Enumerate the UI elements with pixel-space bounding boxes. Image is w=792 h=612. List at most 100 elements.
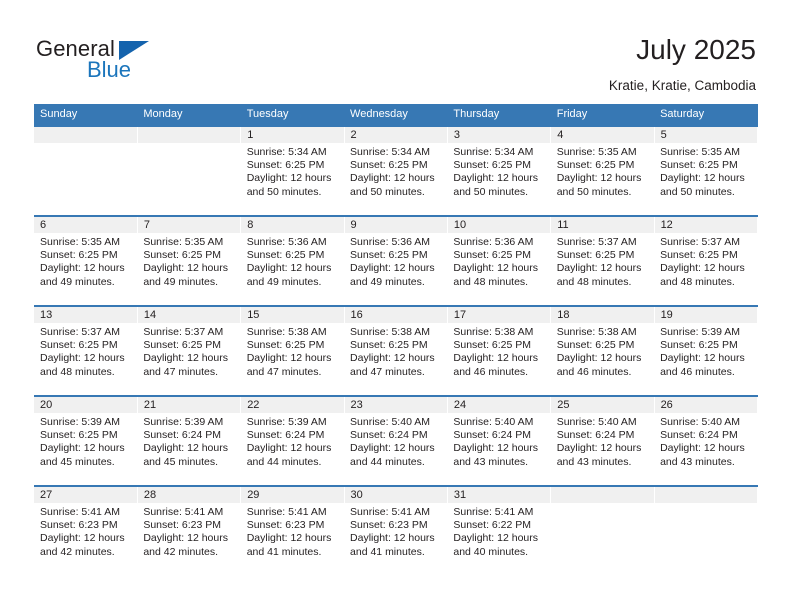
day-number[interactable]: 2 [344,125,448,143]
day-number[interactable]: 27 [34,485,138,503]
day-cell-details[interactable]: Sunrise: 5:41 AM Sunset: 6:23 PM Daylight:… [240,503,345,576]
day-number[interactable]: 10 [447,215,552,233]
day-cell-details[interactable]: Sunrise: 5:38 AM Sunset: 6:25 PM Daylight:… [447,323,551,396]
day-number[interactable]: 23 [344,395,448,413]
day-cell-details[interactable]: Sunrise: 5:36 AM Sunset: 6:25 PM Daylight:… [447,233,551,306]
day-number[interactable]: 22 [240,395,345,413]
day-number[interactable]: 26 [654,395,759,413]
sunrise-sunset-calendar: Sunday Monday Tuesday Wednesday Thursday… [34,104,759,576]
sunrise-line: Sunrise: 5:39 AM [143,416,224,428]
day-number[interactable]: 3 [447,125,552,143]
day-cell-details[interactable]: Sunrise: 5:40 AM Sunset: 6:24 PM Daylight:… [447,413,551,486]
location-subtitle: Kratie, Kratie, Cambodia [608,78,756,93]
day-cell-details[interactable]: Sunrise: 5:40 AM Sunset: 6:24 PM Daylight:… [344,413,448,486]
daylight-line-cont: and 48 minutes. [453,275,529,288]
day-cell-details[interactable]: Sunrise: 5:39 AM Sunset: 6:25 PM Daylight:… [34,413,138,486]
day-number[interactable]: 19 [654,305,759,323]
day-number[interactable]: 18 [550,305,655,323]
day-cell-details[interactable]: Sunrise: 5:36 AM Sunset: 6:25 PM Daylight:… [240,233,345,306]
day-number[interactable]: 12 [654,215,759,233]
calendar-week-number-row: 13 14 15 16 17 18 19 [34,305,759,323]
day-cell-details[interactable]: Sunrise: 5:38 AM Sunset: 6:25 PM Daylight:… [550,323,655,396]
sunrise-line: Sunrise: 5:38 AM [556,326,637,338]
day-cell-details[interactable]: Sunrise: 5:38 AM Sunset: 6:25 PM Daylight:… [240,323,345,396]
day-cell-details[interactable]: Sunrise: 5:41 AM Sunset: 6:23 PM Daylight:… [137,503,241,576]
day-cell-details[interactable]: Sunrise: 5:39 AM Sunset: 6:25 PM Daylight:… [654,323,758,396]
weekday-header-sunday: Sunday [34,104,138,126]
day-cell-details[interactable]: Sunrise: 5:41 AM Sunset: 6:22 PM Daylight:… [447,503,551,576]
day-number[interactable]: 8 [240,215,345,233]
day-cell-details[interactable]: Sunrise: 5:37 AM Sunset: 6:25 PM Daylight:… [654,233,758,306]
day-cell-details[interactable]: Sunrise: 5:40 AM Sunset: 6:24 PM Daylight:… [654,413,758,486]
sunset-line: Sunset: 6:25 PM [350,339,428,352]
day-cell-details[interactable]: Sunrise: 5:37 AM Sunset: 6:25 PM Daylight:… [137,323,241,396]
day-number[interactable]: 21 [137,395,242,413]
day-cell-details[interactable]: Sunrise: 5:35 AM Sunset: 6:25 PM Daylight:… [550,143,655,216]
day-cell-empty [654,503,758,576]
sunset-line: Sunset: 6:24 PM [143,429,221,442]
day-cell-details[interactable]: Sunrise: 5:38 AM Sunset: 6:25 PM Daylight:… [344,323,448,396]
day-cell-details[interactable]: Sunrise: 5:39 AM Sunset: 6:24 PM Daylight:… [240,413,345,486]
day-cell-details[interactable]: Sunrise: 5:35 AM Sunset: 6:25 PM Daylight:… [654,143,758,216]
calendar-week-number-row: 20 21 22 23 24 25 26 [34,395,759,413]
day-cell-details[interactable]: Sunrise: 5:34 AM Sunset: 6:25 PM Daylight:… [240,143,345,216]
day-number[interactable]: 28 [137,485,242,503]
day-cell-details[interactable]: Sunrise: 5:41 AM Sunset: 6:23 PM Daylight:… [344,503,448,576]
day-cell-details[interactable]: Sunrise: 5:36 AM Sunset: 6:25 PM Daylight:… [344,233,448,306]
calendar-body: 1 2 3 4 5 Sunrise: 5:34 AM Sunset: 6:25 PM Dayl… [34,125,759,576]
sunrise-line: Sunrise: 5:41 AM [40,506,120,518]
day-number[interactable]: 25 [550,395,655,413]
day-number[interactable]: 14 [137,305,242,323]
day-cell-details[interactable]: Sunrise: 5:35 AM Sunset: 6:25 PM Daylight:… [137,233,241,306]
daylight-line: Daylight: 12 hours [40,532,125,545]
daylight-line: Daylight: 12 hours [556,352,642,365]
weekday-header-friday: Friday [550,104,655,126]
day-number[interactable]: 20 [34,395,138,413]
day-cell-details[interactable]: Sunrise: 5:41 AM Sunset: 6:23 PM Daylight:… [34,503,138,576]
general-blue-logo[interactable]: General Blue [36,36,166,88]
day-number[interactable]: 7 [137,215,242,233]
day-number[interactable]: 29 [240,485,345,503]
day-number[interactable]: 30 [344,485,448,503]
day-cell-details[interactable]: Sunrise: 5:34 AM Sunset: 6:25 PM Daylight:… [447,143,551,216]
day-cell-details[interactable]: Sunrise: 5:40 AM Sunset: 6:24 PM Daylight:… [550,413,655,486]
daylight-line-cont: and 41 minutes. [246,545,322,558]
day-cell-details[interactable]: Sunrise: 5:34 AM Sunset: 6:25 PM Daylight:… [344,143,448,216]
day-cell-details[interactable]: Sunrise: 5:39 AM Sunset: 6:24 PM Daylight:… [137,413,241,486]
day-number[interactable]: 31 [447,485,552,503]
day-cell-details[interactable]: Sunrise: 5:35 AM Sunset: 6:25 PM Daylight:… [34,233,138,306]
sunset-line: Sunset: 6:23 PM [40,519,118,532]
sunrise-line: Sunrise: 5:34 AM [246,146,327,158]
daylight-line-cont: and 47 minutes. [143,365,219,378]
day-number[interactable]: 15 [240,305,345,323]
day-number[interactable]: 13 [34,305,138,323]
sunset-line: Sunset: 6:22 PM [453,519,532,532]
sunrise-line: Sunrise: 5:41 AM [350,506,430,518]
weekday-header-monday: Monday [137,104,241,126]
sunset-line: Sunset: 6:25 PM [40,339,118,352]
daylight-line: Daylight: 12 hours [350,262,435,275]
calendar-week-number-row: 6 7 8 9 10 11 12 [34,215,759,233]
daylight-line: Daylight: 12 hours [143,262,228,275]
day-number[interactable]: 4 [550,125,655,143]
sunset-line: Sunset: 6:24 PM [453,429,532,442]
daylight-line: Daylight: 12 hours [453,262,539,275]
daylight-line: Daylight: 12 hours [143,352,228,365]
daylight-line: Daylight: 12 hours [246,352,332,365]
day-number[interactable]: 6 [34,215,138,233]
daylight-line: Daylight: 12 hours [40,442,125,455]
day-number[interactable]: 9 [344,215,448,233]
day-number[interactable]: 5 [654,125,759,143]
daylight-line-cont: and 48 minutes. [556,275,632,288]
day-cell-details[interactable]: Sunrise: 5:37 AM Sunset: 6:25 PM Daylight:… [550,233,655,306]
day-number[interactable]: 16 [344,305,448,323]
day-number[interactable]: 24 [447,395,552,413]
day-number[interactable]: 1 [240,125,345,143]
daylight-line: Daylight: 12 hours [660,442,745,455]
sunset-line: Sunset: 6:25 PM [556,249,635,262]
day-number[interactable]: 11 [550,215,655,233]
day-number-empty [34,125,138,143]
day-cell-details[interactable]: Sunrise: 5:37 AM Sunset: 6:25 PM Daylight:… [34,323,138,396]
sunrise-line: Sunrise: 5:39 AM [40,416,120,428]
day-number[interactable]: 17 [447,305,552,323]
